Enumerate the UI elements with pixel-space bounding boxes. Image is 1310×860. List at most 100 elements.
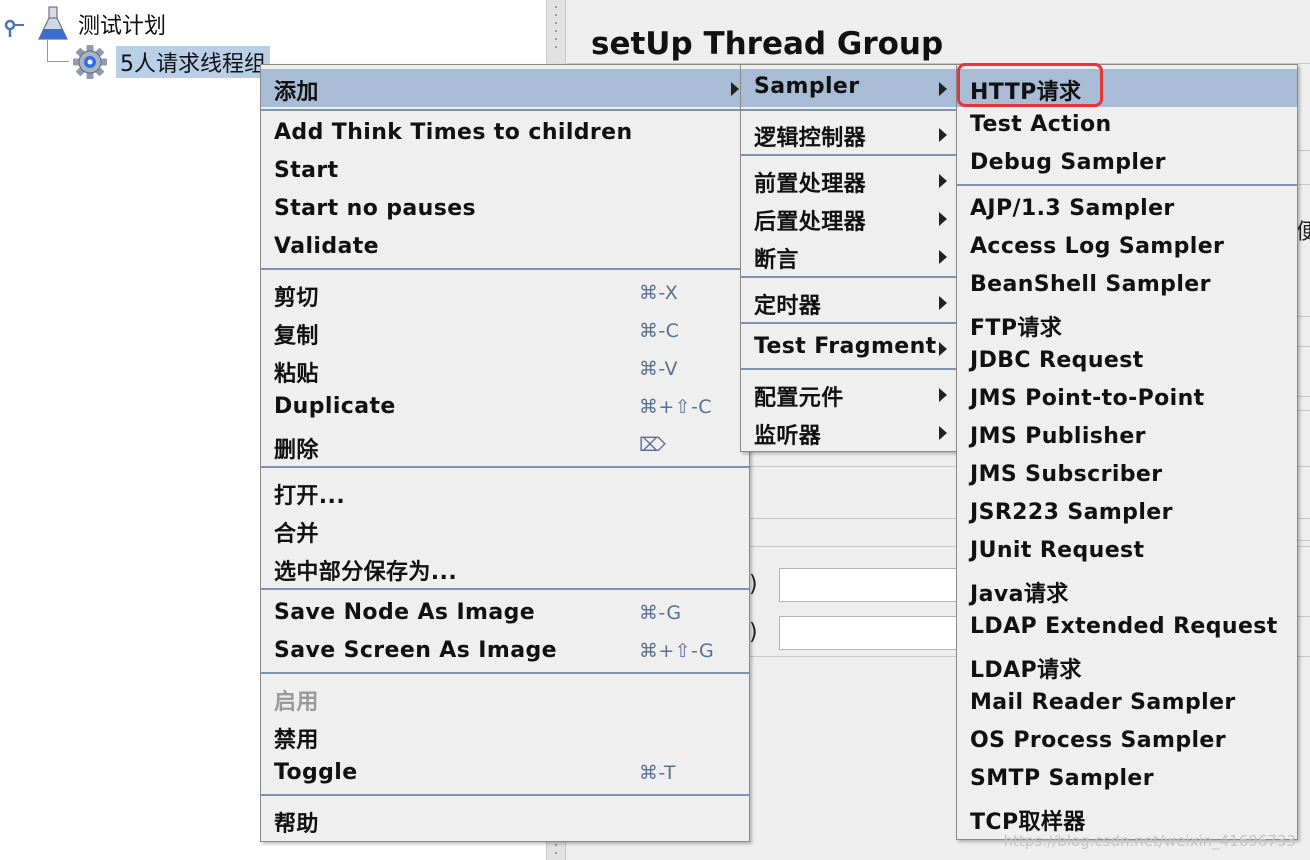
menu-item-smtp-sampler[interactable]: SMTP Sampler [957, 761, 1297, 799]
menu-item-start-no-pauses[interactable]: Start no pauses [261, 191, 749, 229]
menu-separator [741, 276, 957, 278]
menu-item-merge[interactable]: 合并 [261, 511, 749, 549]
menu-item-label: Start no pauses [274, 196, 477, 221]
menu-item-validate[interactable]: Validate [261, 229, 749, 267]
panel-divider [1296, 616, 1310, 617]
menu-item-mail-reader-sampler[interactable]: Mail Reader Sampler [957, 685, 1297, 723]
menu-item-disable[interactable]: 禁用 [261, 717, 749, 755]
menu-item-label: 合并 [274, 522, 319, 547]
menu-item-label: JMS Publisher [970, 424, 1146, 449]
menu-item-timer[interactable]: 定时器 [741, 283, 957, 321]
menu-separator [261, 109, 749, 111]
menu-item-label: Sampler [754, 74, 860, 99]
menu-item-start[interactable]: Start [261, 153, 749, 191]
menu-item-label: 逻辑控制器 [754, 126, 867, 151]
watermark: https://blog.csdn.net/weixin_41696733 [1003, 832, 1296, 850]
menu-item-save-screen-as-image[interactable]: Save Screen As Image ⌘+⇧-G [261, 633, 749, 671]
menu-item-delete[interactable]: 删除 ⌦ [261, 427, 749, 465]
menu-item-ldap-request[interactable]: LDAP请求 [957, 647, 1297, 685]
menu-item-enable: 启用 [261, 679, 749, 717]
callout-highlight [957, 63, 1103, 107]
shortcut-label: ⌘-V [639, 358, 678, 380]
submenu-arrow-icon [939, 250, 947, 264]
menu-item-label: LDAP Extended Request [970, 614, 1278, 639]
menu-item-label: FTP请求 [970, 316, 1063, 341]
menu-item-java-request[interactable]: Java请求 [957, 571, 1297, 609]
menu-item-ftp-request[interactable]: FTP请求 [957, 305, 1297, 343]
menu-item-label: Java请求 [970, 582, 1069, 607]
menu-item-label: 删除 [274, 438, 319, 463]
field-paren: ) [749, 572, 758, 597]
menu-item-label: 配置元件 [754, 386, 844, 411]
panel-divider [1296, 150, 1310, 151]
menu-item-sampler[interactable]: Sampler [741, 69, 957, 107]
menu-item-jdbc-request[interactable]: JDBC Request [957, 343, 1297, 381]
text-field[interactable] [779, 568, 959, 602]
menu-item-logic-controller[interactable]: 逻辑控制器 [741, 115, 957, 153]
menu-item-test-fragment[interactable]: Test Fragment [741, 329, 957, 367]
submenu-arrow-icon [939, 128, 947, 142]
menu-item-label: 选中部分保存为... [274, 560, 458, 585]
menu-item-label: AJP/1.3 Sampler [970, 196, 1175, 221]
menu-item-label: 前置处理器 [754, 172, 867, 197]
divider-grip [555, 46, 557, 48]
menu-item-save-selection-as[interactable]: 选中部分保存为... [261, 549, 749, 587]
menu-item-label: 监听器 [754, 424, 822, 449]
menu-item-label: 后置处理器 [754, 210, 867, 235]
tree-handle-icon[interactable] [4, 9, 28, 39]
menu-separator [741, 154, 957, 156]
tree-connector [47, 40, 48, 62]
shortcut-label: ⌘-X [639, 282, 679, 304]
menu-item-jms-subscriber[interactable]: JMS Subscriber [957, 457, 1297, 495]
menu-item-label: 禁用 [274, 728, 319, 753]
menu-item-config-element[interactable]: 配置元件 [741, 375, 957, 413]
divider-grip [555, 22, 557, 24]
menu-item-post-processors[interactable]: 后置处理器 [741, 199, 957, 237]
menu-item-ldap-extended-request[interactable]: LDAP Extended Request [957, 609, 1297, 647]
menu-item-duplicate[interactable]: Duplicate ⌘+⇧-C [261, 389, 749, 427]
menu-item-label: 添加 [274, 80, 319, 105]
menu-item-ajp-sampler[interactable]: AJP/1.3 Sampler [957, 191, 1297, 229]
submenu-arrow-icon [939, 342, 947, 356]
menu-item-listener[interactable]: 监听器 [741, 413, 957, 451]
menu-item-junit-request[interactable]: JUnit Request [957, 533, 1297, 571]
menu-item-jms-point-to-point[interactable]: JMS Point-to-Point [957, 381, 1297, 419]
tree-node-test-plan[interactable]: 测试计划 [4, 6, 166, 42]
menu-item-assertions[interactable]: 断言 [741, 237, 957, 275]
menu-separator [261, 794, 749, 796]
divider-grip [555, 14, 557, 16]
menu-item-jms-publisher[interactable]: JMS Publisher [957, 419, 1297, 457]
menu-item-add-think-times[interactable]: Add Think Times to children [261, 115, 749, 153]
menu-item-paste[interactable]: 粘贴 ⌘-V [261, 351, 749, 389]
menu-item-label: 剪切 [274, 286, 319, 311]
menu-item-access-log-sampler[interactable]: Access Log Sampler [957, 229, 1297, 267]
shortcut-label: ⌘+⇧-C [639, 396, 712, 418]
submenu-arrow-icon [939, 426, 947, 440]
menu-item-cut[interactable]: 剪切 ⌘-X [261, 275, 749, 313]
menu-item-copy[interactable]: 复制 ⌘-C [261, 313, 749, 351]
menu-item-label: Test Fragment [754, 334, 937, 359]
menu-item-test-action[interactable]: Test Action [957, 107, 1297, 145]
menu-item-save-node-as-image[interactable]: Save Node As Image ⌘-G [261, 595, 749, 633]
menu-item-os-process-sampler[interactable]: OS Process Sampler [957, 723, 1297, 761]
menu-item-label: Validate [274, 234, 379, 259]
menu-item-help[interactable]: 帮助 [261, 801, 749, 839]
menu-item-label: Start [274, 158, 339, 183]
menu-item-open[interactable]: 打开... [261, 473, 749, 511]
divider-grip [555, 38, 557, 40]
truncated-label: 便 [1296, 220, 1310, 245]
menu-item-label: 断言 [754, 248, 799, 273]
menu-item-beanshell-sampler[interactable]: BeanShell Sampler [957, 267, 1297, 305]
text-field[interactable] [779, 616, 959, 650]
menu-item-toggle[interactable]: Toggle ⌘-T [261, 755, 749, 793]
shortcut-label: ⌘-C [639, 320, 680, 342]
divider-grip [555, 30, 557, 32]
menu-separator [261, 588, 749, 590]
menu-separator [741, 322, 957, 324]
menu-item-pre-processors[interactable]: 前置处理器 [741, 161, 957, 199]
menu-item-debug-sampler[interactable]: Debug Sampler [957, 145, 1297, 183]
menu-item-jsr223-sampler[interactable]: JSR223 Sampler [957, 495, 1297, 533]
menu-item-add[interactable]: 添加 [261, 69, 749, 107]
page-title: setUp Thread Group [591, 26, 944, 62]
tree-node-thread-group[interactable]: 5人请求线程组 [72, 44, 270, 80]
